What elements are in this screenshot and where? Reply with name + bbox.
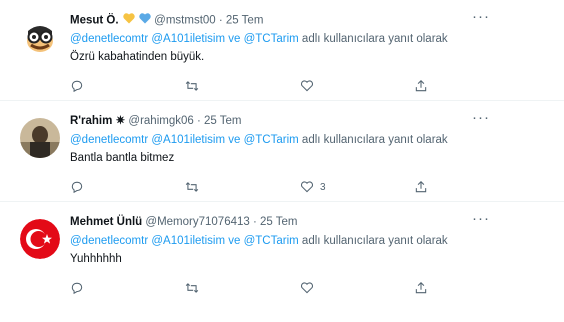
like-button[interactable]: 3	[300, 178, 326, 196]
tweet-header: Mesut Ö. @mstmst00 · 25 Tem	[70, 13, 504, 28]
tweet-actions	[70, 279, 430, 297]
share-button[interactable]	[414, 279, 428, 297]
reply-icon	[71, 282, 83, 295]
retweet-button[interactable]	[185, 77, 199, 95]
mention-link[interactable]: @A101iletisim	[151, 33, 225, 45]
retweet-button[interactable]	[185, 178, 199, 196]
blue-heart-icon	[139, 13, 151, 28]
like-button[interactable]	[300, 77, 320, 95]
tweet[interactable]: Mesut Ö. @mstmst00 · 25 Tem ··· @denetle…	[0, 0, 564, 101]
tweet-header: R'rahim ✷ @rahimgk06 · 25 Tem	[70, 114, 504, 128]
tweet-text: Bantla bantla bitmez	[70, 152, 175, 164]
reply-button[interactable]	[70, 77, 84, 95]
display-name[interactable]: Mesut Ö.	[70, 15, 119, 27]
handle-and-date[interactable]: @mstmst00 · 25 Tem	[154, 15, 263, 27]
heart-icon	[301, 181, 313, 193]
retweet-button[interactable]	[185, 279, 199, 297]
avatar[interactable]	[20, 118, 60, 158]
mention-link[interactable]: @denetlecomtr	[70, 33, 148, 45]
tweet-text: Yuhhhhhh	[70, 253, 122, 265]
reply-context: @denetlecomtr @A101iletisim ve @TCTarim …	[70, 32, 448, 46]
reply-icon	[71, 181, 83, 194]
star-emoji: ✷	[115, 115, 126, 127]
mention-link[interactable]: @A101iletisim	[151, 134, 225, 146]
mention-link[interactable]: @denetlecomtr	[70, 134, 148, 146]
more-options-icon[interactable]: ···	[472, 8, 490, 25]
share-icon	[415, 80, 427, 92]
tweet-actions	[70, 77, 430, 95]
avatar[interactable]	[20, 17, 60, 57]
tweet[interactable]: R'rahim ✷ @rahimgk06 · 25 Tem ··· @denet…	[0, 101, 564, 202]
reply-and: ve	[228, 134, 241, 146]
reply-context: @denetlecomtr @A101iletisim ve @TCTarim …	[70, 133, 448, 147]
reply-button[interactable]	[70, 178, 84, 196]
tweet-actions: 3	[70, 178, 430, 196]
heart-icon	[301, 80, 313, 92]
reply-and: ve	[228, 235, 241, 247]
like-count: 3	[320, 181, 326, 193]
display-name[interactable]: R'rahim	[70, 115, 112, 127]
mention-link[interactable]: @denetlecomtr	[70, 235, 148, 247]
share-button[interactable]	[414, 77, 428, 95]
more-options-icon[interactable]: ···	[472, 210, 490, 227]
handle-and-date[interactable]: @Memory71076413 · 25 Tem	[145, 216, 297, 228]
yellow-heart-icon	[123, 13, 135, 28]
avatar[interactable]	[20, 219, 60, 259]
share-icon	[415, 181, 427, 193]
reply-suffix: adlı kullanıcılara yanıt olarak	[301, 235, 448, 247]
reply-icon	[71, 80, 83, 93]
tweet-header: Mehmet Ünlü @Memory71076413 · 25 Tem	[70, 215, 504, 229]
handle-and-date[interactable]: @rahimgk06 · 25 Tem	[128, 115, 241, 127]
share-icon	[415, 282, 427, 294]
mention-link[interactable]: @TCTarim	[244, 235, 299, 247]
tweet-text: Özrü kabahatinden büyük.	[70, 51, 205, 63]
tweet[interactable]: Mehmet Ünlü @Memory71076413 · 25 Tem ···…	[0, 202, 564, 303]
mention-link[interactable]: @A101iletisim	[151, 235, 225, 247]
display-name[interactable]: Mehmet Ünlü	[70, 216, 142, 228]
mention-link[interactable]: @TCTarim	[244, 134, 299, 146]
reply-context: @denetlecomtr @A101iletisim ve @TCTarim …	[70, 234, 448, 248]
reply-button[interactable]	[70, 279, 84, 297]
reply-suffix: adlı kullanıcılara yanıt olarak	[301, 134, 448, 146]
more-options-icon[interactable]: ···	[472, 109, 490, 126]
reply-suffix: adlı kullanıcılara yanıt olarak	[301, 33, 448, 45]
retweet-icon	[185, 283, 199, 293]
like-button[interactable]	[300, 279, 320, 297]
retweet-icon	[185, 81, 199, 91]
reply-and: ve	[228, 33, 241, 45]
retweet-icon	[185, 182, 199, 192]
mention-link[interactable]: @TCTarim	[244, 33, 299, 45]
heart-icon	[301, 282, 313, 294]
share-button[interactable]	[414, 178, 428, 196]
